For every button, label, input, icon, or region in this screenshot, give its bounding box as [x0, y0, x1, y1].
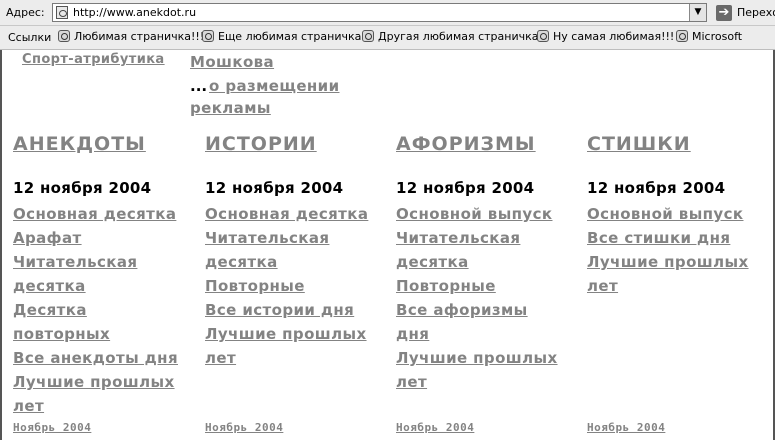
column-title[interactable]: ИСТОРИИ	[205, 133, 390, 163]
favorite-link-4[interactable]: Ну самая любимая!!!	[537, 30, 674, 46]
column-links: Основная десятка Читательская десятка По…	[205, 202, 390, 370]
go-arrow-icon[interactable]: ➔	[716, 5, 732, 21]
link-main-issue[interactable]: Основной выпуск	[587, 205, 743, 223]
column-date: 12 ноября 2004	[587, 179, 726, 197]
favorite-page-icon	[362, 30, 374, 42]
favorite-page-icon	[202, 30, 214, 42]
link-main-ten[interactable]: Основная десятка	[205, 205, 368, 223]
favorite-link-label: Любимая страничка!!!	[74, 30, 205, 43]
column-date: 12 ноября 2004	[13, 179, 152, 197]
link-best-of-past[interactable]: Лучшие прошлых лет	[396, 349, 558, 391]
link-repeats[interactable]: Повторные	[205, 277, 305, 295]
link-readers-ten[interactable]: Читательская десятка	[396, 229, 520, 271]
page-icon	[56, 6, 68, 19]
column-links: Основной выпуск Все стишки дня Лучшие пр…	[587, 202, 772, 298]
link-all-of-day[interactable]: Все анекдоты дня	[13, 349, 178, 367]
link-main-ten[interactable]: Основная десятка	[13, 205, 176, 223]
column-anekdoty: АНЕКДОТЫ 12 ноября 2004 Основная десятка…	[13, 133, 198, 418]
address-dropdown-button[interactable]: ▼	[689, 4, 706, 21]
favorite-page-icon	[676, 30, 688, 42]
link-best-of-past[interactable]: Лучшие прошлых лет	[587, 253, 749, 295]
column-istorii: ИСТОРИИ 12 ноября 2004 Основная десятка …	[205, 133, 390, 370]
go-button-label[interactable]: Перехо	[737, 6, 775, 19]
sport-link[interactable]: Спорт-атрибутика	[22, 52, 165, 67]
archive-link-stishki[interactable]: Ноябрь 2004	[587, 421, 665, 434]
column-links: Основной выпуск Читательская десятка Пов…	[396, 202, 581, 394]
link-best-of-past[interactable]: Лучшие прошлых лет	[205, 325, 367, 367]
address-input[interactable]: http://www.anekdot.ru ▼	[52, 3, 707, 22]
link-all-of-day[interactable]: Все афоризмы дня	[396, 301, 528, 343]
link-main-issue[interactable]: Основной выпуск	[396, 205, 552, 223]
favorite-link-2[interactable]: Еще любимая страничка	[202, 30, 361, 46]
archive-link-aforizmy[interactable]: Ноябрь 2004	[396, 421, 474, 434]
address-label: Адрес:	[6, 6, 45, 19]
link-best-of-past[interactable]: Лучшие прошлых лет	[13, 373, 175, 415]
link-repeat-ten[interactable]: Десятка повторных	[13, 301, 110, 343]
favorite-link-label: Еще любимая страничка	[218, 30, 362, 43]
column-date: 12 ноября 2004	[205, 179, 344, 197]
link-all-of-day[interactable]: Все стишки дня	[587, 229, 730, 247]
favorite-page-icon	[58, 30, 70, 42]
column-title[interactable]: АФОРИЗМЫ	[396, 133, 581, 163]
favorite-link-label: Ну самая любимая!!!	[553, 30, 675, 43]
archive-link-anekdoty[interactable]: Ноябрь 2004	[13, 421, 91, 434]
links-bar: Ссылки Любимая страничка!!! Еще любимая …	[0, 26, 775, 50]
links-label[interactable]: Ссылки	[8, 31, 51, 44]
column-aforizmy: АФОРИЗМЫ 12 ноября 2004 Основной выпуск …	[396, 133, 581, 394]
link-readers-ten[interactable]: Читательская десятка	[205, 229, 329, 271]
ellipsis-text: ...	[190, 77, 208, 95]
address-bar: Адрес: http://www.anekdot.ru ▼ ➔ Перехо	[0, 0, 775, 26]
column-title[interactable]: АНЕКДОТЫ	[13, 133, 198, 163]
link-arafat[interactable]: Арафат	[13, 229, 82, 247]
column-date: 12 ноября 2004	[396, 179, 535, 197]
advertising-link[interactable]: о размещении	[209, 77, 339, 95]
link-all-of-day[interactable]: Все истории дня	[205, 301, 354, 319]
favorite-link-label: Другая любимая страничка	[378, 30, 539, 43]
favorite-link-label: Microsoft	[692, 30, 743, 43]
archive-link-istorii[interactable]: Ноябрь 2004	[205, 421, 283, 434]
advertising-link-continued[interactable]: рекламы	[190, 99, 271, 117]
column-stishki: СТИШКИ 12 ноября 2004 Основной выпуск Вс…	[587, 133, 772, 298]
column-links: Основная десятка Арафат Читательская дес…	[13, 202, 198, 418]
favorite-link-5[interactable]: Microsoft	[676, 30, 742, 46]
favorite-link-1[interactable]: Любимая страничка!!!	[58, 30, 204, 46]
link-readers-ten[interactable]: Читательская десятка	[13, 253, 137, 295]
link-repeats[interactable]: Повторные	[396, 277, 496, 295]
favorite-link-3[interactable]: Другая любимая страничка	[362, 30, 539, 46]
favorite-page-icon	[537, 30, 549, 42]
address-url[interactable]: http://www.anekdot.ru	[73, 6, 196, 19]
moshkova-link[interactable]: Мошкова	[190, 53, 274, 71]
column-title[interactable]: СТИШКИ	[587, 133, 772, 163]
